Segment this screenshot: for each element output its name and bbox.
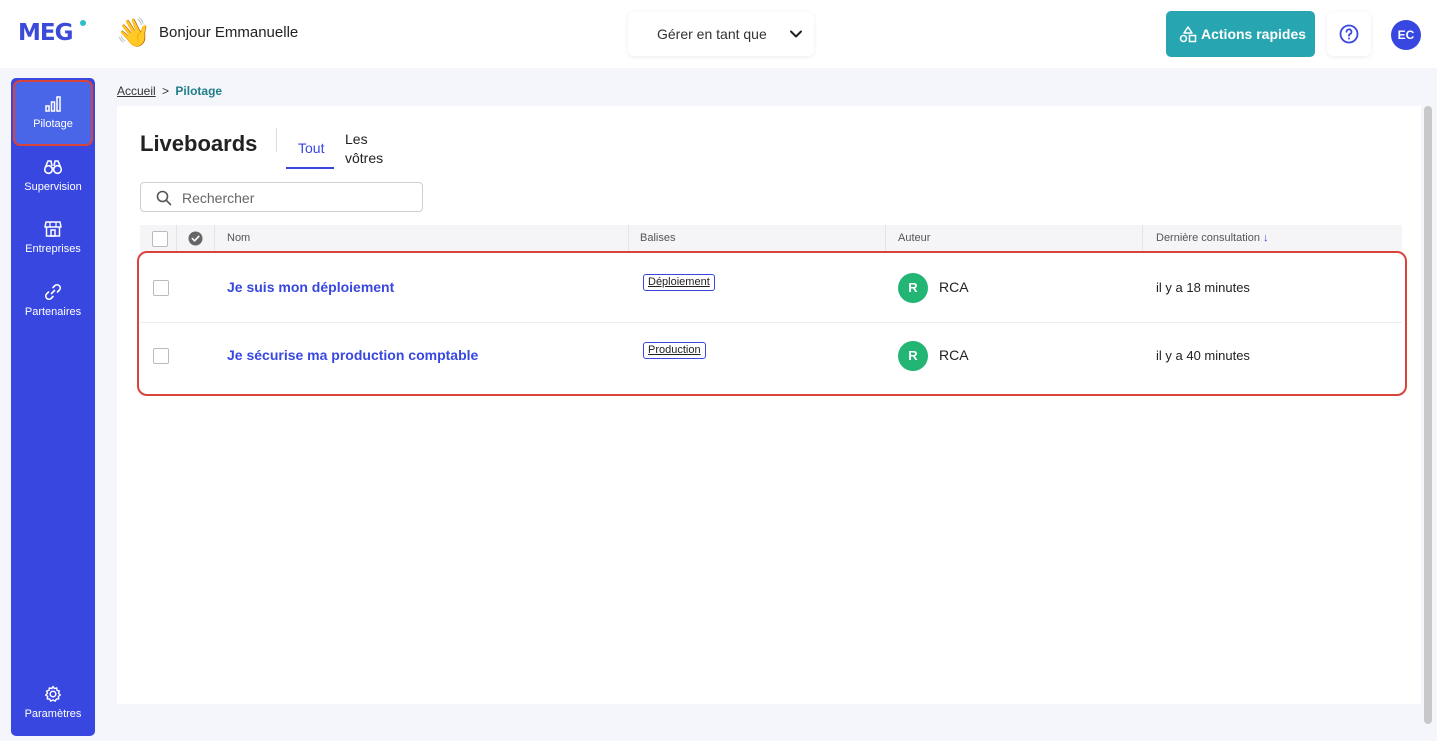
breadcrumb: Accueil > Pilotage (117, 84, 222, 98)
search-icon (156, 190, 172, 206)
page-scrollbar[interactable] (1424, 106, 1432, 724)
top-bar: MEG 👋 Bonjour Emmanuelle Gérer en tant q… (0, 0, 1437, 68)
breadcrumb-current: Pilotage (175, 84, 223, 98)
manage-as-dropdown[interactable]: Gérer en tant que (628, 12, 814, 56)
logo-dot (80, 20, 86, 26)
tab-label: Tout (298, 140, 325, 156)
shapes-icon (1179, 26, 1197, 43)
manage-as-label: Gérer en tant que (657, 26, 767, 42)
greeting-text: Bonjour Emmanuelle (159, 24, 299, 41)
bar-chart-icon (45, 96, 61, 112)
search-box (140, 182, 423, 212)
sidebar-item-partenaires[interactable]: Partenaires (11, 282, 95, 318)
breadcrumb-home-link[interactable]: Accueil (117, 84, 156, 98)
column-header-tags[interactable]: Balises (640, 232, 675, 244)
column-divider (628, 225, 629, 252)
tab-yours[interactable]: Les vôtres (345, 130, 389, 168)
binoculars-icon (43, 160, 63, 175)
sidebar-item-label: Supervision (24, 181, 82, 193)
breadcrumb-separator: > (162, 84, 170, 98)
title-divider (276, 128, 277, 152)
user-avatar[interactable]: EC (1391, 20, 1421, 50)
column-header-name[interactable]: Nom (227, 232, 250, 244)
column-header-author[interactable]: Auteur (898, 232, 930, 244)
column-header-label: Dernière consultation (1156, 232, 1260, 244)
sidebar-item-label: Pilotage (33, 118, 73, 130)
store-icon (44, 221, 62, 237)
help-button[interactable] (1327, 12, 1371, 56)
column-divider (885, 225, 886, 252)
verified-badge-icon (188, 231, 203, 246)
waving-hand-icon: 👋 (116, 17, 151, 48)
link-icon (45, 284, 61, 300)
column-divider (176, 225, 177, 252)
page-title: Liveboards (140, 131, 258, 156)
select-all-checkbox[interactable] (152, 231, 168, 247)
sidebar-item-label: Partenaires (24, 306, 82, 318)
column-divider (1142, 225, 1143, 252)
quick-actions-label: Actions rapides (1201, 26, 1307, 42)
table-header: Nom Balises Auteur Dernière consultation… (140, 225, 1402, 252)
gear-icon (45, 685, 61, 702)
quick-actions-button[interactable]: Actions rapides (1166, 11, 1315, 57)
sort-descending-icon[interactable]: ↓ (1263, 232, 1269, 244)
meg-logo[interactable]: MEG (18, 20, 73, 46)
chevron-down-icon (790, 30, 802, 38)
search-input[interactable] (182, 188, 412, 208)
column-header-last-viewed[interactable]: Dernière consultation ↓ (1156, 232, 1268, 244)
sidebar: Pilotage Supervision Entreprises Partena… (11, 78, 95, 736)
column-divider (214, 225, 215, 252)
tab-all[interactable]: Tout (286, 128, 334, 169)
sidebar-item-parametres[interactable]: Paramètres (11, 684, 95, 720)
sidebar-item-label: Entreprises (25, 243, 81, 255)
question-mark-icon (1339, 24, 1359, 44)
sidebar-item-supervision[interactable]: Supervision (11, 157, 95, 193)
sidebar-item-entreprises[interactable]: Entreprises (11, 219, 95, 255)
rows-highlight-outline (137, 251, 1407, 396)
sidebar-item-label: Paramètres (24, 708, 82, 720)
sidebar-item-pilotage[interactable]: Pilotage (11, 94, 95, 130)
